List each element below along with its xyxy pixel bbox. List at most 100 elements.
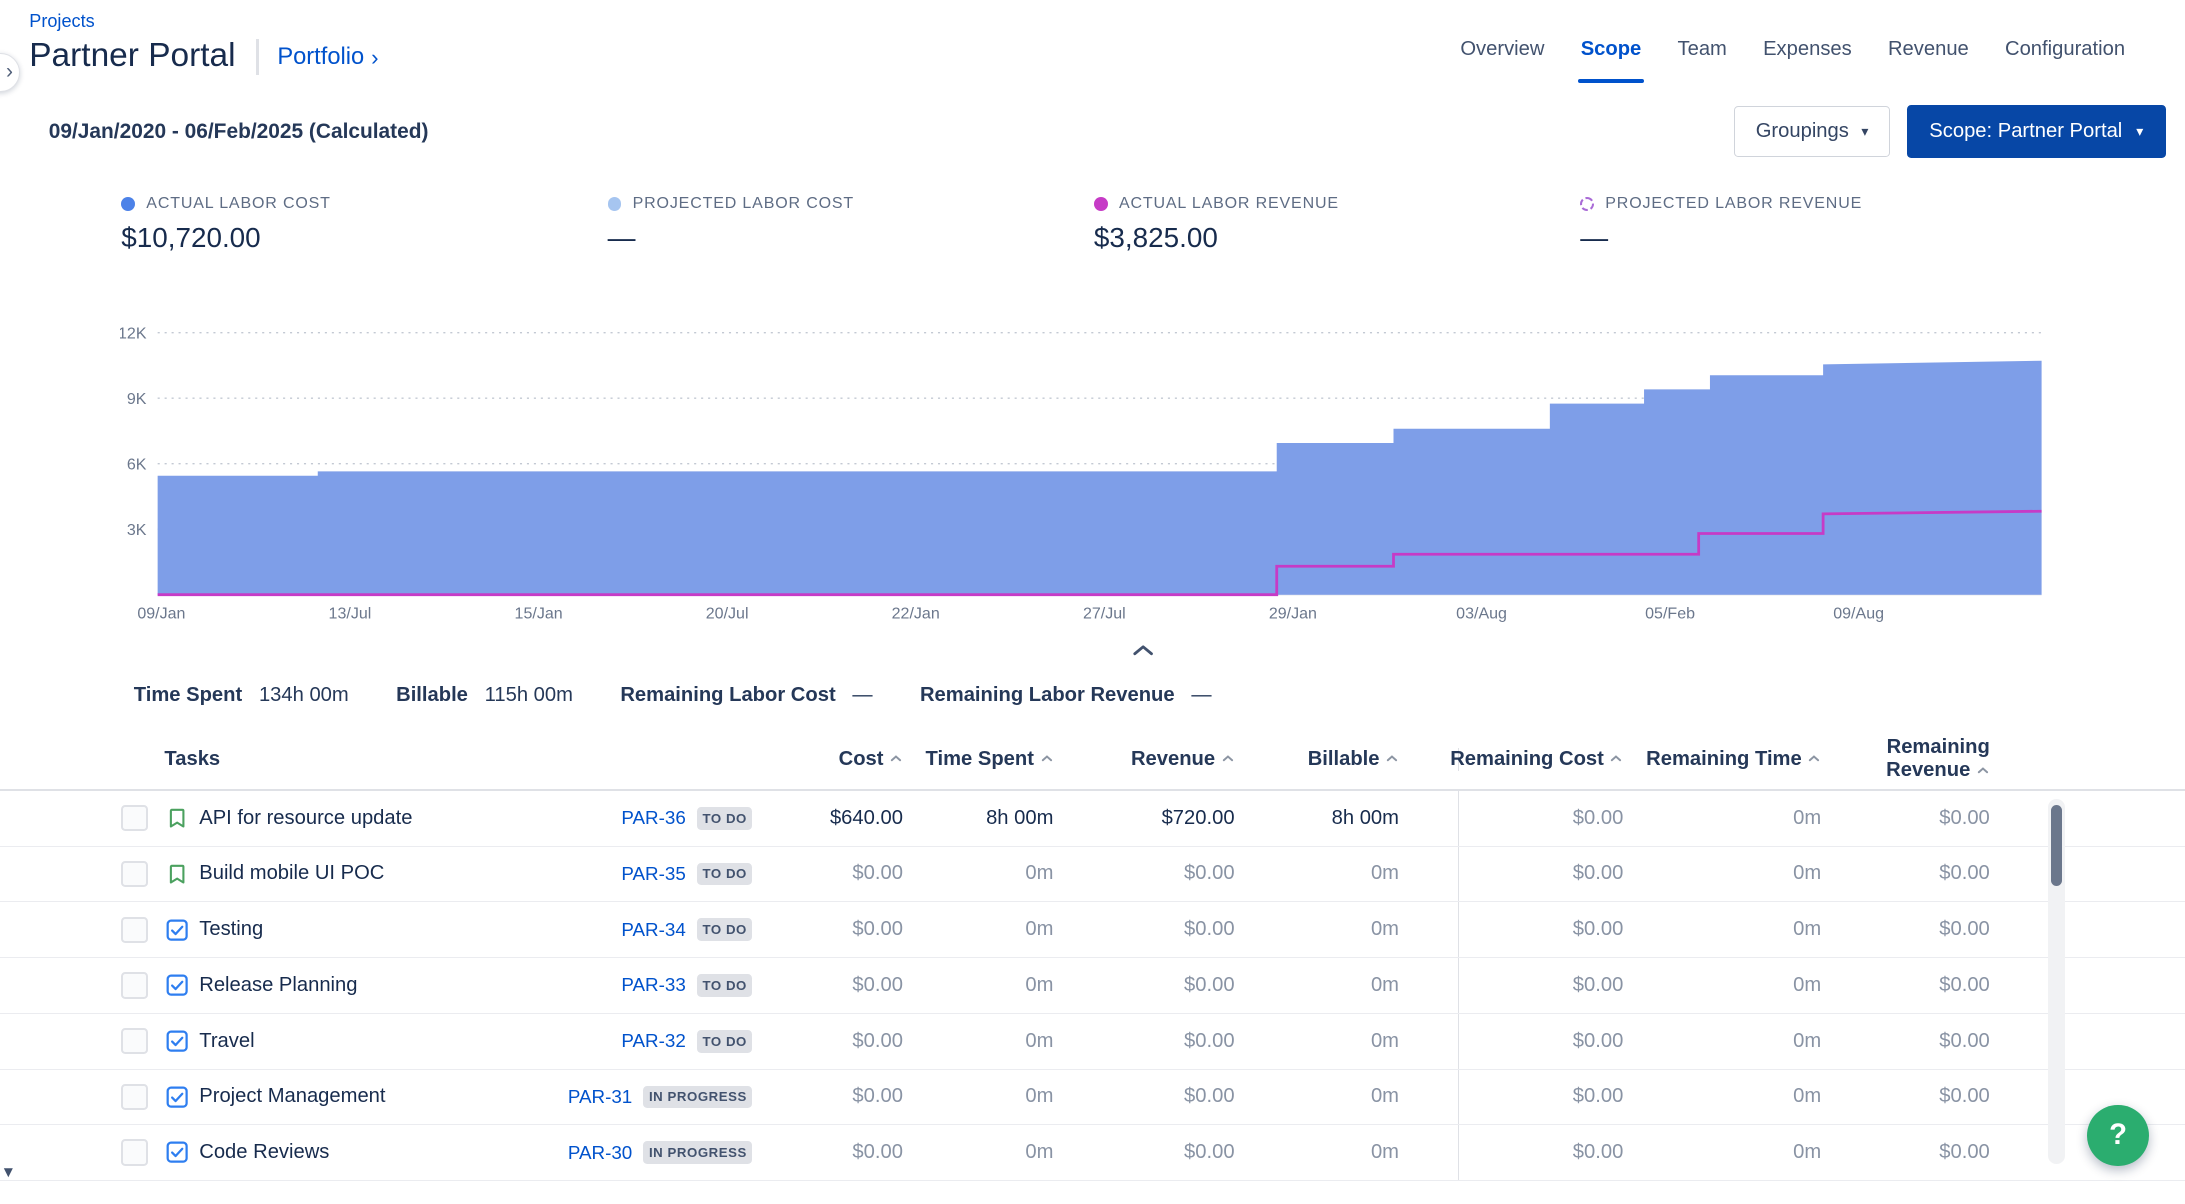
row-checkbox[interactable]: [121, 972, 147, 998]
issue-key-link[interactable]: PAR-32: [621, 1030, 685, 1052]
column-header-remaining-time[interactable]: Remaining Time: [1623, 748, 1821, 771]
summary-stats: Time Spent 134h 00m Billable 115h 00m Re…: [0, 656, 2185, 707]
cell-revenue: $0.00: [1053, 1070, 1234, 1125]
row-spacer: [1399, 958, 1458, 1013]
legend-item: PROJECTED LABOR COST—: [608, 194, 1094, 255]
row-checkbox[interactable]: [121, 1084, 147, 1110]
issue-key-link[interactable]: PAR-33: [621, 974, 685, 996]
status-badge: TO DO: [697, 1030, 753, 1053]
tab-overview[interactable]: Overview: [1442, 32, 1562, 83]
cell-time-spent: 8h 00m: [903, 791, 1053, 846]
cell-remaining-cost: $0.00: [1458, 1125, 1624, 1180]
legend-item: ACTUAL LABOR REVENUE$3,825.00: [1094, 194, 1580, 255]
issue-key-link[interactable]: PAR-31: [568, 1086, 632, 1108]
task-icon: [166, 1125, 199, 1180]
cell-billable: 0m: [1235, 1014, 1399, 1069]
status-badge: TO DO: [697, 974, 753, 997]
cell-remaining-revenue: $0.00: [1821, 791, 1990, 846]
column-header-remaining-cost[interactable]: Remaining Cost: [1458, 748, 1624, 771]
row-spacer: [1399, 902, 1458, 957]
svg-text:05/Feb: 05/Feb: [1645, 605, 1695, 623]
row-spacer: [1399, 1014, 1458, 1069]
cell-cost: $0.00: [752, 958, 902, 1013]
cell-remaining-time: 0m: [1623, 1125, 1821, 1180]
cell-remaining-revenue: $0.00: [1821, 1014, 1990, 1069]
table-row: Build mobile UI POCPAR-35TO DO$0.000m$0.…: [0, 847, 2185, 903]
row-checkbox[interactable]: [121, 1139, 147, 1165]
labor-chart: 3K6K9K12K09/Jan13/Jul15/Jan20/Jul22/Jan2…: [0, 255, 2185, 656]
svg-text:13/Jul: 13/Jul: [328, 605, 371, 623]
cell-billable: 8h 00m: [1235, 791, 1399, 846]
svg-text:20/Jul: 20/Jul: [706, 605, 749, 623]
table-row: TravelPAR-32TO DO$0.000m$0.000m$0.000m$0…: [0, 1014, 2185, 1070]
row-spacer: [1399, 847, 1458, 902]
issue-key-link[interactable]: PAR-35: [621, 863, 685, 885]
task-name: Code Reviews: [199, 1125, 585, 1180]
column-header-remaining-revenue[interactable]: Remaining Revenue: [1821, 736, 1990, 782]
issue-key-link[interactable]: PAR-30: [568, 1142, 632, 1164]
task-name: Build mobile UI POC: [199, 847, 585, 902]
title-divider: [256, 39, 259, 75]
cell-billable: 0m: [1235, 1070, 1399, 1125]
svg-text:27/Jul: 27/Jul: [1083, 605, 1126, 623]
svg-text:09/Jan: 09/Jan: [137, 605, 185, 623]
column-label: Remaining Cost: [1450, 748, 1604, 771]
column-header-cost[interactable]: Cost: [752, 748, 902, 771]
title-block: Projects Partner Portal Portfolio ›: [29, 11, 378, 75]
cell-remaining-revenue: $0.00: [1821, 1125, 1990, 1180]
scroll-down-button[interactable]: ▼: [0, 1164, 17, 1182]
portfolio-link[interactable]: Portfolio ›: [277, 44, 378, 71]
tab-scope[interactable]: Scope: [1563, 32, 1660, 83]
scrollbar-thumb[interactable]: [2051, 805, 2062, 886]
cell-billable: 0m: [1235, 847, 1399, 902]
cell-remaining-revenue: $0.00: [1821, 1070, 1990, 1125]
column-label: Billable: [1308, 748, 1380, 771]
cell-time-spent: 0m: [903, 847, 1053, 902]
portfolio-label: Portfolio: [277, 44, 364, 71]
tab-revenue[interactable]: Revenue: [1870, 32, 1987, 83]
help-button[interactable]: ?: [2087, 1105, 2148, 1166]
scope-label: Scope: Partner Portal: [1929, 120, 2122, 143]
stat-value: 115h 00m: [485, 684, 573, 707]
status-badge: TO DO: [697, 807, 753, 830]
cell-revenue: $0.00: [1053, 958, 1234, 1013]
status-badge: TO DO: [697, 863, 753, 886]
issue-key-link[interactable]: PAR-34: [621, 919, 685, 941]
task-name: Travel: [199, 1014, 585, 1069]
task-name: Project Management: [199, 1070, 585, 1125]
cell-cost: $0.00: [752, 902, 902, 957]
tab-expenses[interactable]: Expenses: [1745, 32, 1870, 83]
cell-remaining-time: 0m: [1623, 847, 1821, 902]
column-label: Cost: [839, 748, 884, 771]
row-checkbox[interactable]: [121, 861, 147, 887]
column-header-billable[interactable]: Billable: [1235, 748, 1399, 771]
collapse-chart-button[interactable]: [1132, 644, 1174, 657]
row-checkbox[interactable]: [121, 805, 147, 831]
cell-revenue: $0.00: [1053, 847, 1234, 902]
question-icon: ?: [2109, 1119, 2127, 1152]
table-scrollbar[interactable]: [2048, 799, 2065, 1164]
legend-label: PROJECTED LABOR COST: [633, 194, 854, 213]
cell-billable: 0m: [1235, 958, 1399, 1013]
stat-value: —: [852, 684, 872, 707]
legend-item: ACTUAL LABOR COST$10,720.00: [121, 194, 607, 255]
breadcrumb-projects[interactable]: Projects: [29, 11, 378, 32]
cell-remaining-time: 0m: [1623, 902, 1821, 957]
sort-caret-icon: [1609, 748, 1623, 771]
stat-remaining-labor-cost: Remaining Labor Cost —: [620, 684, 872, 707]
tab-team[interactable]: Team: [1659, 32, 1745, 83]
scope-button[interactable]: Scope: Partner Portal ▾: [1907, 105, 2166, 158]
cell-time-spent: 0m: [903, 1125, 1053, 1180]
sort-caret-icon: [1807, 748, 1821, 771]
tab-configuration[interactable]: Configuration: [1987, 32, 2143, 83]
groupings-button[interactable]: Groupings ▾: [1734, 106, 1890, 158]
column-header-time-spent[interactable]: Time Spent: [903, 748, 1053, 771]
groupings-label: Groupings: [1756, 120, 1849, 143]
row-checkbox[interactable]: [121, 1028, 147, 1054]
cell-time-spent: 0m: [903, 1014, 1053, 1069]
row-spacer: [1399, 1070, 1458, 1125]
chevron-up-icon: [1132, 644, 1154, 657]
issue-key-link[interactable]: PAR-36: [621, 807, 685, 829]
row-checkbox[interactable]: [121, 917, 147, 943]
column-header-revenue[interactable]: Revenue: [1053, 748, 1234, 771]
